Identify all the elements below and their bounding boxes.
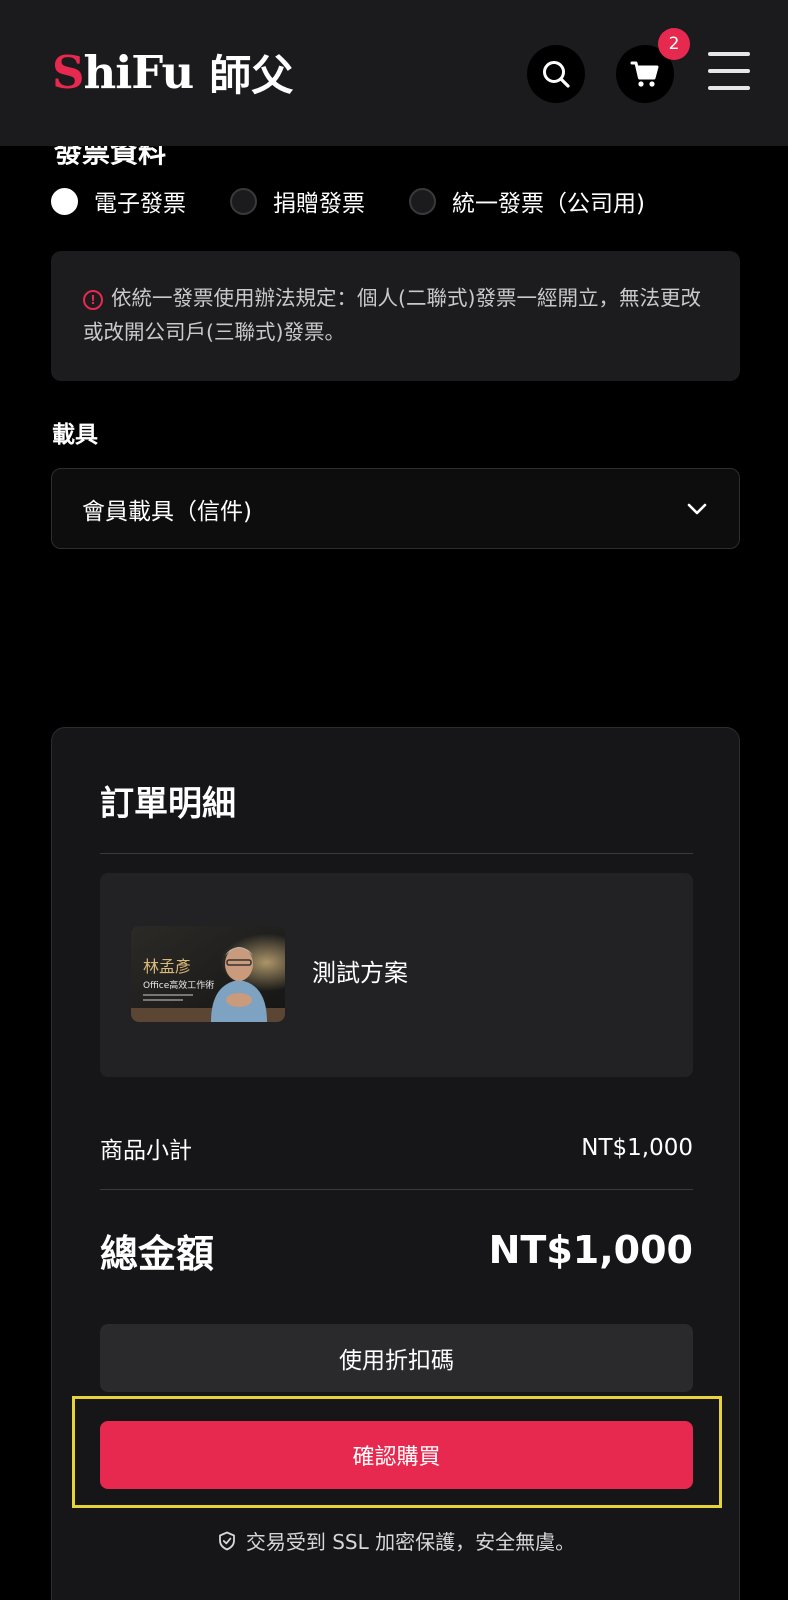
search-icon [543, 61, 570, 88]
use-coupon-button[interactable]: 使用折扣碼 [100, 1324, 693, 1392]
total-row: 總金額 NT$1,000 [100, 1220, 693, 1280]
order-summary-title: 訂單明細 [100, 784, 236, 824]
subtotal-label: 商品小計 [100, 1138, 192, 1164]
order-summary-card: 訂單明細 林孟彥 Office高效工作術 測試方案 商品小計 NT$1,000 … [51, 727, 740, 1600]
warning-icon: ! [83, 290, 103, 310]
ssl-text: 交易受到 SSL 加密保護，安全無虞。 [245, 1530, 576, 1554]
product-name: 測試方案 [312, 959, 408, 987]
logo-english: ShiFu [52, 45, 194, 99]
radio-unchecked-icon [409, 187, 436, 215]
ssl-note: 交易受到 SSL 加密保護，安全無虞。 [52, 1526, 741, 1555]
confirm-purchase-button[interactable]: 確認購買 [100, 1421, 693, 1489]
radio-checked-icon [51, 187, 78, 215]
invoice-type-radio-group: 電子發票 捐贈發票 統一發票（公司用) [51, 184, 689, 218]
product-thumbnail: 林孟彥 Office高效工作術 [131, 926, 285, 1022]
search-button[interactable] [527, 45, 585, 103]
site-header: ShiFu 師父 2 [0, 0, 788, 146]
radio-e-invoice[interactable]: 電子發票 [51, 184, 186, 218]
cart-count-badge: 2 [658, 28, 690, 60]
invoice-notice: ! 依統一發票使用辦法規定：個人(二聯式)發票一經開立，無法更改或改開公司戶(三聯… [51, 251, 740, 381]
total-value: NT$1,000 [488, 1228, 693, 1272]
menu-icon [708, 52, 750, 56]
radio-donate-invoice[interactable]: 捐贈發票 [230, 184, 365, 218]
product-item: 林孟彥 Office高效工作術 測試方案 [100, 873, 693, 1077]
radio-unchecked-icon [230, 187, 257, 215]
cart-icon [630, 61, 659, 87]
divider [100, 1189, 693, 1190]
total-label: 總金額 [100, 1231, 215, 1276]
shield-check-icon [218, 1531, 235, 1550]
divider [100, 853, 693, 854]
shifu-logo[interactable]: ShiFu 師父 [52, 44, 293, 100]
radio-company-invoice[interactable]: 統一發票（公司用) [409, 184, 645, 218]
carrier-select[interactable]: 會員載具（信件) [51, 468, 740, 549]
carrier-selected-value: 會員載具（信件) [82, 498, 252, 525]
menu-button[interactable] [708, 52, 750, 90]
subtotal-value: NT$1,000 [581, 1135, 693, 1161]
svg-text:林孟彥: 林孟彥 [143, 957, 191, 976]
notice-text: 依統一發票使用辦法規定：個人(二聯式)發票一經開立，無法更改或改開公司戶(三聯式… [83, 286, 701, 344]
chevron-down-icon [687, 503, 707, 514]
carrier-label: 載具 [52, 422, 98, 448]
logo-chinese: 師父 [209, 50, 294, 100]
subtotal-row: 商品小計 NT$1,000 [100, 1128, 693, 1168]
svg-text:Office高效工作術: Office高效工作術 [143, 979, 214, 991]
